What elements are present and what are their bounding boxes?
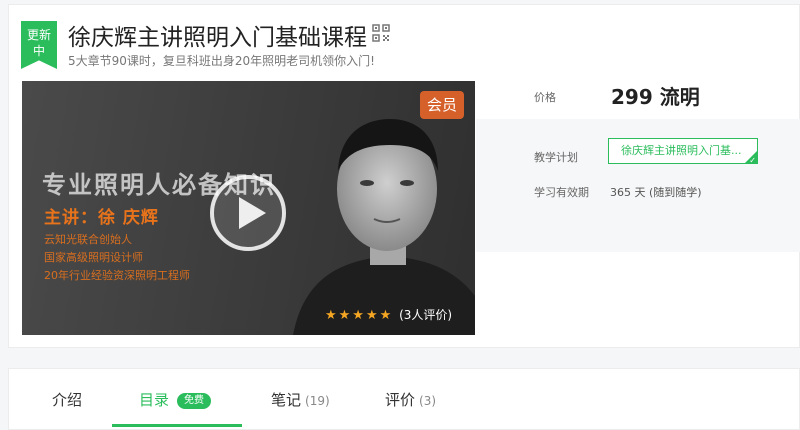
play-icon[interactable] [208, 173, 288, 253]
plan-label: 教学计划 [534, 151, 578, 164]
course-info-panel: 价格 299 流明 教学计划 徐庆辉主讲照明入门基... ✓ 学习有效期 365… [476, 81, 800, 335]
cover-credential-3: 20年行业经验资深照明工程师 [44, 269, 190, 282]
check-icon: ✓ [749, 156, 756, 164]
rating: ★★★★★ (3人评价) [325, 306, 452, 323]
validity-value: 365 天 (随到随学) [610, 186, 702, 199]
validity-label: 学习有效期 [534, 186, 589, 199]
cover-credential-1: 云知光联合创始人 [44, 233, 132, 246]
tab-notes[interactable]: 笔记 (19) [271, 389, 330, 410]
review-count: (3人评价) [399, 308, 453, 322]
member-tag: 会员 [420, 91, 464, 119]
qr-code-icon[interactable] [372, 24, 390, 42]
course-title: 徐庆辉主讲照明入门基础课程 [68, 25, 367, 51]
tab-intro[interactable]: 介绍 [52, 389, 82, 410]
price-label: 价格 [534, 91, 556, 104]
tab-notes-label: 笔记 [271, 391, 302, 409]
course-subtitle: 5大章节90课时，复旦科班出身20年照明老司机领你入门! [68, 54, 375, 68]
course-tabs: 介绍 目录 免费 笔记 (19) 评价 (3) [8, 368, 800, 430]
rating-stars-icon: ★★★★★ [325, 308, 394, 323]
tab-notes-count: (19) [305, 394, 330, 408]
instructor-photo [293, 119, 475, 335]
cover-speaker: 主讲：徐 庆辉 [44, 208, 159, 228]
update-badge-line1: 更新 [26, 28, 51, 42]
course-meta: 教学计划 徐庆辉主讲照明入门基... ✓ 学习有效期 365 天 (随到随学) [476, 119, 800, 252]
tab-reviews[interactable]: 评价 (3) [385, 389, 436, 410]
price-value: 299 流明 [611, 85, 700, 109]
tab-reviews-label: 评价 [385, 391, 416, 409]
tab-catalog[interactable]: 目录 免费 [139, 389, 212, 410]
tab-reviews-count: (3) [419, 394, 437, 408]
active-tab-underline [112, 424, 242, 427]
course-cover-video[interactable]: 专业照明人必备知识 主讲：徐 庆辉 云知光联合创始人 国家高级照明设计师 20年… [22, 81, 475, 335]
tab-catalog-label: 目录 [139, 391, 170, 409]
cover-credential-2: 国家高级照明设计师 [44, 251, 143, 264]
update-badge-line2: 中 [32, 44, 45, 58]
teaching-plan-text: 徐庆辉主讲照明入门基... [621, 144, 742, 157]
teaching-plan-button[interactable]: 徐庆辉主讲照明入门基... ✓ [608, 138, 758, 164]
tab-intro-label: 介绍 [52, 391, 83, 409]
free-badge: 免费 [177, 393, 212, 409]
price-row: 价格 299 流明 [476, 81, 800, 119]
